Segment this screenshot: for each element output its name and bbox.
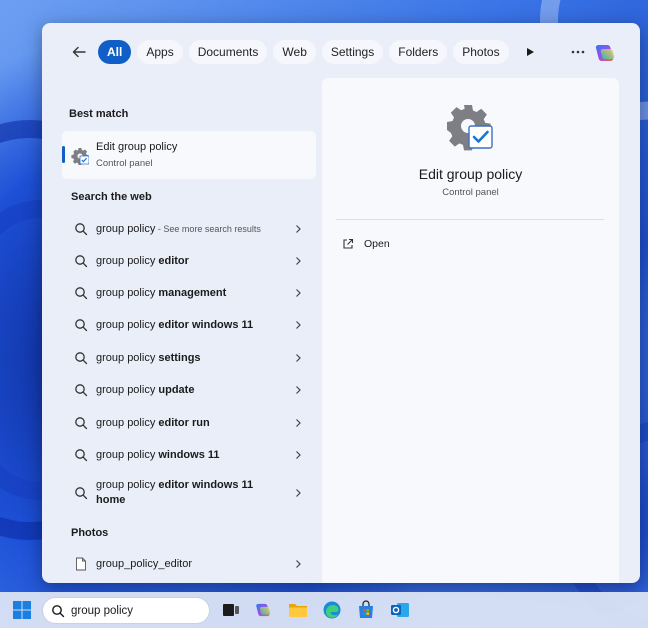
best-match-heading: Best match xyxy=(69,108,129,120)
search-icon xyxy=(75,487,88,500)
gear-check-icon xyxy=(447,105,493,151)
web-result-item[interactable]: group policy editor run xyxy=(62,408,316,438)
edge-icon[interactable] xyxy=(322,600,342,620)
web-result-suffix: management xyxy=(158,286,227,299)
file-icon xyxy=(76,557,86,571)
web-result-item[interactable]: group policy update xyxy=(62,375,316,405)
web-result-item[interactable]: group policy editor windows 11 xyxy=(62,310,316,340)
web-result-item[interactable]: group policy management xyxy=(62,278,316,308)
web-result-query: group policy xyxy=(96,222,156,235)
photo-result-item[interactable]: group_policy_editor xyxy=(62,549,316,579)
chevron-right-icon xyxy=(296,225,301,233)
web-result-suffix: windows 11 xyxy=(158,448,220,461)
web-result-suffix: editor xyxy=(158,254,189,267)
more-filters-button[interactable] xyxy=(519,41,541,63)
web-result-suffix: settings xyxy=(158,351,201,364)
copilot-button[interactable] xyxy=(593,40,619,66)
start-icon[interactable] xyxy=(12,600,32,620)
web-result-suffix: update xyxy=(158,383,195,396)
filter-folders[interactable]: Folders xyxy=(389,40,448,64)
chevron-right-icon xyxy=(296,489,301,497)
search-icon xyxy=(75,223,88,236)
search-icon xyxy=(75,384,88,397)
filter-web[interactable]: Web xyxy=(273,40,316,64)
filter-bar: All Apps Documents Web Settings Folders … xyxy=(42,23,640,81)
search-icon xyxy=(75,417,88,430)
search-icon xyxy=(75,352,88,365)
filter-apps[interactable]: Apps xyxy=(137,40,183,64)
preview-pane: Edit group policy Control panel Open xyxy=(322,78,619,583)
file-explorer-icon[interactable] xyxy=(288,600,308,620)
chevron-right-icon xyxy=(296,257,301,265)
web-result-item[interactable]: group policy editor windows 11 home xyxy=(62,473,316,513)
web-result-query: group policy xyxy=(96,318,159,331)
search-icon xyxy=(75,319,88,332)
photo-result-name: group_policy_editor xyxy=(96,557,193,570)
taskbar-search-box[interactable]: group policy xyxy=(42,597,210,624)
open-label: Open xyxy=(364,238,390,250)
web-result-query: group policy xyxy=(96,286,159,299)
web-result-suffix: editor run xyxy=(158,416,210,429)
web-result-query: group policy xyxy=(96,254,159,267)
web-result-query: group policy xyxy=(96,351,159,364)
taskbar-search-value: group policy xyxy=(71,604,134,617)
chevron-right-icon xyxy=(296,419,301,427)
open-button[interactable]: Open xyxy=(342,234,390,254)
chevron-right-icon xyxy=(296,321,301,329)
filter-settings[interactable]: Settings xyxy=(321,40,384,64)
chevron-right-icon xyxy=(296,289,301,297)
chevron-right-icon xyxy=(296,560,301,568)
arrow-left-icon xyxy=(72,46,86,58)
results-list: Best match Edit group policy Control pan… xyxy=(62,81,318,576)
more-options-button[interactable] xyxy=(566,40,590,64)
chevron-right-icon xyxy=(296,386,301,394)
web-result-hint: - See more search results xyxy=(155,223,261,234)
search-panel: All Apps Documents Web Settings Folders … xyxy=(42,23,640,583)
filter-all[interactable]: All xyxy=(98,40,132,64)
open-external-icon xyxy=(343,238,354,249)
web-result-item[interactable]: group policy editor xyxy=(62,246,316,276)
filter-photos[interactable]: Photos xyxy=(453,40,509,64)
photos-heading: Photos xyxy=(71,527,109,539)
web-result-query: group policy xyxy=(96,479,159,491)
web-result-query: group policy xyxy=(96,416,159,429)
taskbar: group policy xyxy=(0,592,648,628)
search-icon xyxy=(52,604,65,617)
chevron-right-icon xyxy=(296,451,301,459)
task-view-icon[interactable] xyxy=(221,600,241,620)
back-button[interactable] xyxy=(66,39,92,65)
web-result-item[interactable]: group policy windows 11 xyxy=(62,440,316,470)
search-icon xyxy=(75,287,88,300)
best-match-subtitle: Control panel xyxy=(96,158,153,169)
store-icon[interactable] xyxy=(356,600,376,620)
web-result-query: group policy xyxy=(96,448,159,461)
copilot-icon[interactable] xyxy=(254,600,274,620)
best-match-item[interactable]: Edit group policy Control panel xyxy=(62,131,316,179)
filter-documents[interactable]: Documents xyxy=(188,40,268,64)
search-icon xyxy=(75,449,88,462)
web-result-suffix: editor windows 11 xyxy=(158,318,254,331)
preview-subtitle: Control panel xyxy=(442,187,499,198)
gear-check-icon xyxy=(71,148,89,165)
chevron-right-icon xyxy=(296,354,301,362)
divider xyxy=(336,219,604,220)
selection-indicator xyxy=(62,146,65,163)
web-result-query: group policy xyxy=(96,383,159,396)
web-result-item[interactable]: group policy settings xyxy=(62,343,316,373)
web-heading: Search the web xyxy=(71,191,152,203)
copilot-icon xyxy=(595,45,615,61)
outlook-icon[interactable] xyxy=(390,600,410,620)
best-match-title: Edit group policy xyxy=(96,141,178,153)
preview-title: Edit group policy xyxy=(418,166,523,182)
play-icon xyxy=(526,48,534,56)
more-icon xyxy=(571,50,585,54)
web-result-item[interactable]: group policy - See more search results xyxy=(62,214,316,244)
search-icon xyxy=(75,255,88,268)
